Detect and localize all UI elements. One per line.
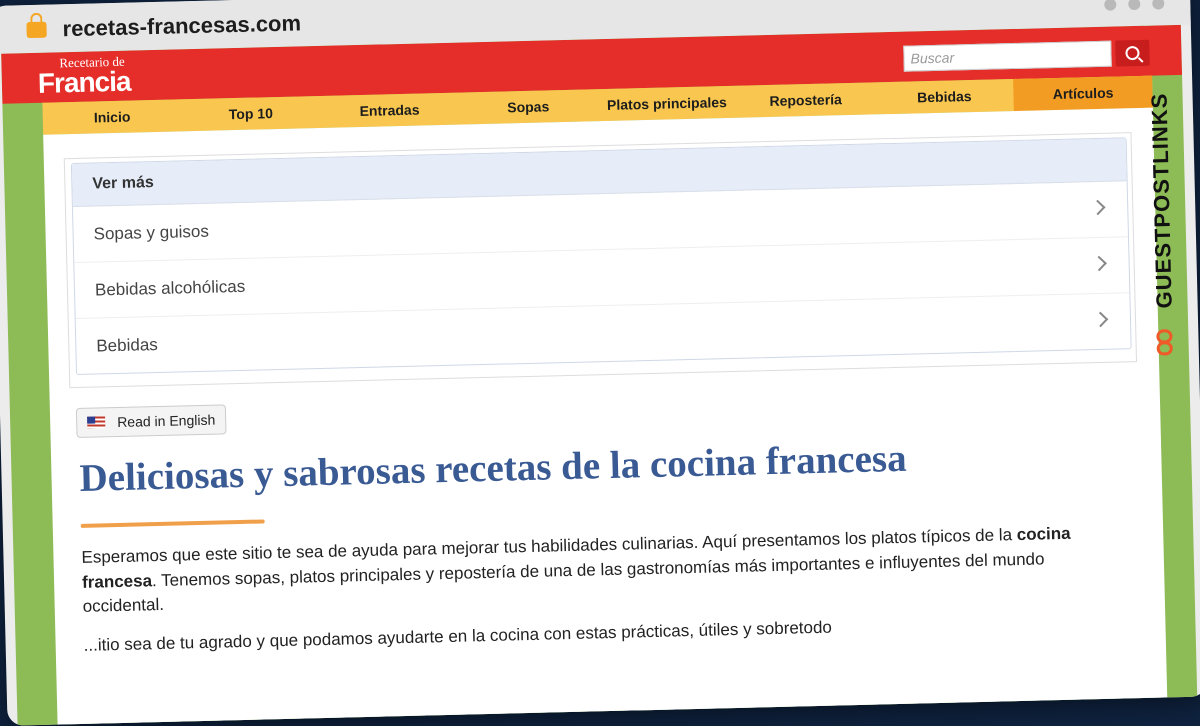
page-title: Deliciosas y sabrosas recetas de la coci… [79, 436, 908, 500]
logo-big-text: Francia [37, 65, 131, 99]
ver-mas-box: Ver más Sopas y guisos Bebidas alcohólic… [63, 132, 1138, 389]
browser-window: recetas-francesas.com Recetario de Franc… [0, 0, 1200, 726]
chevron-right-icon [1092, 311, 1109, 328]
main-content: Ver más Sopas y guisos Bebidas alcohólic… [43, 107, 1168, 726]
us-flag-icon [87, 416, 106, 429]
web-page: Recetario de Francia Buscar Inicio Top 1… [1, 24, 1198, 726]
window-dot-icon[interactable] [1104, 0, 1117, 11]
nav-item-reposteria[interactable]: Repostería [736, 82, 875, 117]
list-item-label: Bebidas [96, 335, 158, 356]
nav-item-inicio[interactable]: Inicio [42, 99, 181, 134]
watermark-text: GUESTPOSTLINKS [1146, 92, 1177, 309]
chain-link-icon [1156, 329, 1175, 357]
url-bar[interactable]: recetas-francesas.com [62, 10, 301, 42]
window-dot-icon[interactable] [1152, 0, 1165, 10]
nav-item-platos-principales[interactable]: Platos principales [597, 86, 736, 121]
site-logo[interactable]: Recetario de Francia [37, 54, 131, 99]
read-in-english-button[interactable]: Read in English [75, 404, 227, 439]
window-dot-icon[interactable] [1128, 0, 1141, 11]
list-item-label: Sopas y guisos [93, 221, 210, 244]
intro-paragraph: Esperamos que este sitio te sea de ayuda… [81, 521, 1122, 620]
chevron-right-icon [1091, 255, 1107, 272]
window-controls [1104, 0, 1165, 11]
nav-item-sopas[interactable]: Sopas [459, 89, 598, 124]
search-button[interactable] [1115, 39, 1150, 67]
nav-item-top10[interactable]: Top 10 [181, 96, 320, 131]
search-icon [1125, 45, 1140, 61]
search-input[interactable]: Buscar [903, 40, 1112, 72]
list-item-label: Bebidas alcohólicas [94, 276, 246, 300]
guestpostlinks-watermark: GUESTPOSTLINKS [1142, 85, 1189, 386]
nav-item-articulos[interactable]: Artículos [1013, 75, 1153, 112]
title-underline [80, 519, 265, 528]
nav-item-bebidas[interactable]: Bebidas [875, 79, 1014, 114]
lock-icon [26, 21, 47, 39]
read-in-english-label: Read in English [117, 411, 216, 431]
chevron-right-icon [1089, 199, 1106, 216]
ver-mas-list: Ver más Sopas y guisos Bebidas alcohólic… [70, 137, 1132, 376]
nav-item-entradas[interactable]: Entradas [320, 93, 459, 128]
